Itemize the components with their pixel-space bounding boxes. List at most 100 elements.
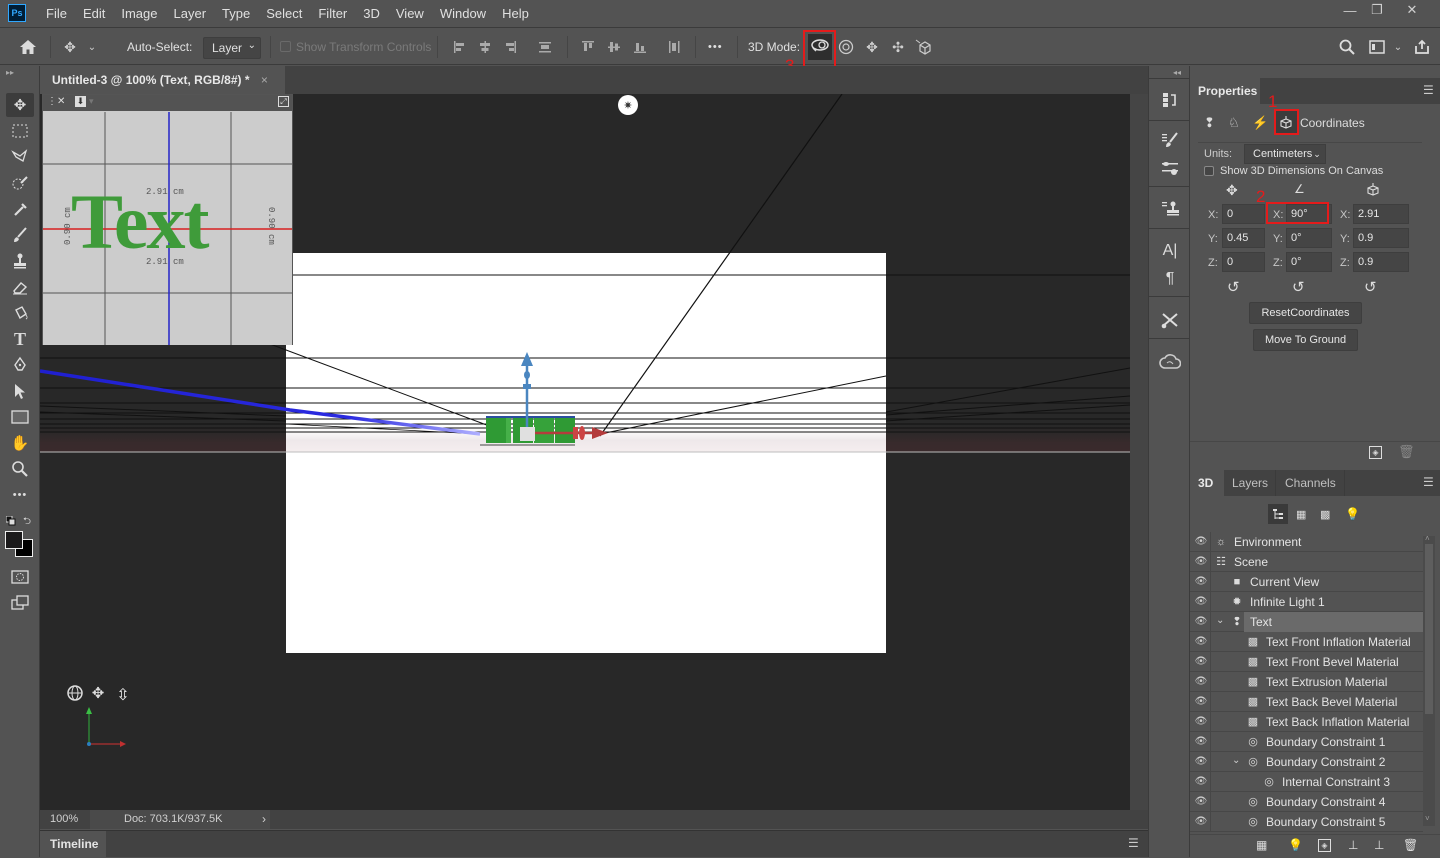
marquee-tool[interactable]	[6, 119, 34, 143]
reset-position-icon[interactable]: ↺	[1227, 278, 1240, 296]
align-center-h-icon[interactable]	[475, 37, 495, 57]
workspace-chevron-icon[interactable]: ⌄	[1388, 37, 1408, 57]
scale-3d-icon[interactable]	[914, 37, 934, 57]
eyedropper-tool[interactable]	[6, 197, 34, 221]
creative-cloud-libraries-icon[interactable]	[1158, 350, 1182, 374]
deform-section-icon[interactable]: ♘	[1228, 115, 1240, 131]
properties-menu-icon[interactable]: ☰	[1423, 83, 1434, 97]
pan-3d-icon[interactable]: ✥	[862, 37, 882, 57]
close-document-icon[interactable]: ×	[261, 73, 268, 87]
align-right-icon[interactable]	[500, 37, 520, 57]
more-options-button[interactable]: •••	[708, 41, 723, 53]
render-icon[interactable]: ◈	[1369, 446, 1382, 459]
scene-tree-item[interactable]: 👁 ■ Current View	[1190, 572, 1423, 592]
move-tool-icon[interactable]: ✥	[60, 37, 80, 57]
collapse-toolbar-icon[interactable]: ▸▸	[6, 68, 14, 77]
position-y-field[interactable]: 0.45	[1222, 228, 1265, 248]
visibility-eye-icon[interactable]: 👁	[1194, 595, 1208, 609]
scene-tree-item[interactable]: 👁 ▩ Text Extrusion Material	[1190, 672, 1423, 692]
brush-settings-icon[interactable]	[1158, 128, 1182, 152]
select-view-icon[interactable]: ⬇	[75, 96, 86, 107]
zoom-level[interactable]: 100%	[50, 813, 78, 825]
menu-select[interactable]: Select	[266, 6, 302, 21]
add-light-icon[interactable]: 💡	[1288, 838, 1303, 852]
collapse-dock-icon[interactable]: ◂◂	[1173, 68, 1181, 77]
align-left-icon[interactable]	[450, 37, 470, 57]
reset-rotation-icon[interactable]: ↺	[1292, 278, 1305, 296]
align-top-icon[interactable]	[578, 37, 598, 57]
visibility-eye-icon[interactable]: 👁	[1194, 795, 1208, 809]
clone-source-icon[interactable]	[1158, 196, 1182, 220]
delete-item-icon[interactable]: 🗑	[1403, 838, 1418, 852]
edit-toolbar-icon[interactable]: •••	[6, 483, 34, 507]
menu-type[interactable]: Type	[222, 6, 250, 21]
scene-tree-item[interactable]: 👁 ◎ Boundary Constraint 4	[1190, 792, 1423, 812]
new-constraint-icon[interactable]: ⊥	[1374, 838, 1384, 852]
show-transform-checkbox[interactable]	[280, 41, 291, 52]
timeline-menu-icon[interactable]: ☰	[1128, 836, 1139, 850]
filter-whole-scene-button[interactable]	[1268, 504, 1288, 524]
distribute-v-icon[interactable]	[664, 37, 684, 57]
cap-section-icon[interactable]: ⚡	[1252, 115, 1268, 131]
visibility-eye-icon[interactable]: 👁	[1194, 635, 1208, 649]
reset-coordinates-button[interactable]: ResetCoordinates	[1249, 302, 1362, 324]
vertical-scrollbar[interactable]	[1130, 94, 1148, 810]
scene-tree-item[interactable]: 👁 ▩ Text Front Inflation Material	[1190, 632, 1423, 652]
3d-panel-menu-icon[interactable]: ☰	[1423, 475, 1434, 489]
properties-tab[interactable]: Properties	[1190, 78, 1260, 104]
scene-tree-item[interactable]: 👁 ▩ Text Front Bevel Material	[1190, 652, 1423, 672]
show-3d-dimensions-checkbox[interactable]	[1204, 166, 1214, 176]
menu-help[interactable]: Help	[502, 6, 529, 21]
secondary-view-panel[interactable]: ⋮✕ ⬇ ▾ ⤢ Text 2.91 cm 2.91 cm 0.90 cm 0.…	[42, 94, 293, 345]
tab-channels[interactable]: Channels	[1277, 470, 1345, 496]
move-to-ground-button[interactable]: Move To Ground	[1253, 329, 1358, 351]
add-mesh-icon[interactable]: ▦	[1256, 838, 1267, 852]
roll-3d-icon[interactable]	[836, 37, 856, 57]
filter-materials-icon[interactable]: ▩	[1320, 508, 1330, 521]
visibility-eye-icon[interactable]: 👁	[1194, 655, 1208, 669]
default-colors-icon[interactable]	[5, 515, 16, 526]
position-z-field[interactable]: 0	[1222, 252, 1265, 272]
drop-to-ground-icon[interactable]: ⊥	[1348, 838, 1358, 852]
status-menu-arrow[interactable]: ›	[262, 812, 266, 826]
type-tool[interactable]: T	[6, 327, 34, 351]
mesh-section-icon[interactable]: ❢	[1204, 115, 1215, 131]
scale-z-field[interactable]: 0.9	[1353, 252, 1409, 272]
align-bottom-icon[interactable]	[630, 37, 650, 57]
scene-tree-item[interactable]: 👁 ⌄ ◎ Boundary Constraint 2	[1190, 752, 1423, 772]
visibility-eye-icon[interactable]: 👁	[1194, 555, 1208, 569]
swap-views-icon[interactable]: ⤢	[278, 96, 289, 107]
visibility-eye-icon[interactable]: 👁	[1194, 775, 1208, 789]
menu-3d[interactable]: 3D	[363, 6, 380, 21]
menu-edit[interactable]: Edit	[83, 6, 105, 21]
paragraph-panel-icon[interactable]: ¶	[1158, 267, 1182, 291]
scale-x-field[interactable]: 2.91	[1353, 204, 1409, 224]
share-icon[interactable]	[1412, 37, 1432, 57]
tab-layers[interactable]: Layers	[1224, 470, 1276, 496]
menu-file[interactable]: File	[46, 6, 67, 21]
canvas-viewport[interactable]: ✷ ✥ ⇳ ⋮✕ ⬇ ▾ ⤢ Text 2.91 cm 2.91 cm 0.90…	[40, 94, 1130, 810]
scene-tree-item[interactable]: 👁 ✹ Infinite Light 1	[1190, 592, 1423, 612]
rotation-y-field[interactable]: 0°	[1286, 228, 1332, 248]
reset-scale-icon[interactable]: ↺	[1364, 278, 1377, 296]
scale-y-field[interactable]: 0.9	[1353, 228, 1409, 248]
scene-tree-item[interactable]: 👁 ☷ Scene	[1190, 552, 1423, 572]
3d-panel-scrollbar[interactable]: ˄ ˅	[1423, 534, 1435, 826]
close-window-button[interactable]: ✕	[1397, 0, 1427, 20]
tool-preset-chevron-icon[interactable]: ⌄	[82, 37, 102, 57]
filter-lights-icon[interactable]: 💡	[1345, 507, 1360, 521]
quick-mask-icon[interactable]	[6, 565, 34, 589]
foreground-color-swatch[interactable]	[5, 531, 23, 549]
position-x-field[interactable]: 0	[1222, 204, 1265, 224]
character-panel-icon[interactable]: A|	[1158, 239, 1182, 263]
brush-tool[interactable]	[6, 223, 34, 247]
eraser-tool[interactable]	[6, 275, 34, 299]
menu-image[interactable]: Image	[121, 6, 157, 21]
workspace-icon[interactable]	[1367, 37, 1387, 57]
scene-tree-item[interactable]: 👁 ◎ Internal Constraint 3	[1190, 772, 1423, 792]
filter-meshes-icon[interactable]: ▦	[1296, 508, 1306, 521]
scene-tree-item[interactable]: 👁 ◎ Boundary Constraint 5	[1190, 812, 1423, 832]
slide-3d-icon[interactable]: ✣	[888, 37, 908, 57]
visibility-eye-icon[interactable]: 👁	[1194, 615, 1208, 629]
expand-toggle-icon[interactable]: ⌄	[1216, 615, 1224, 626]
